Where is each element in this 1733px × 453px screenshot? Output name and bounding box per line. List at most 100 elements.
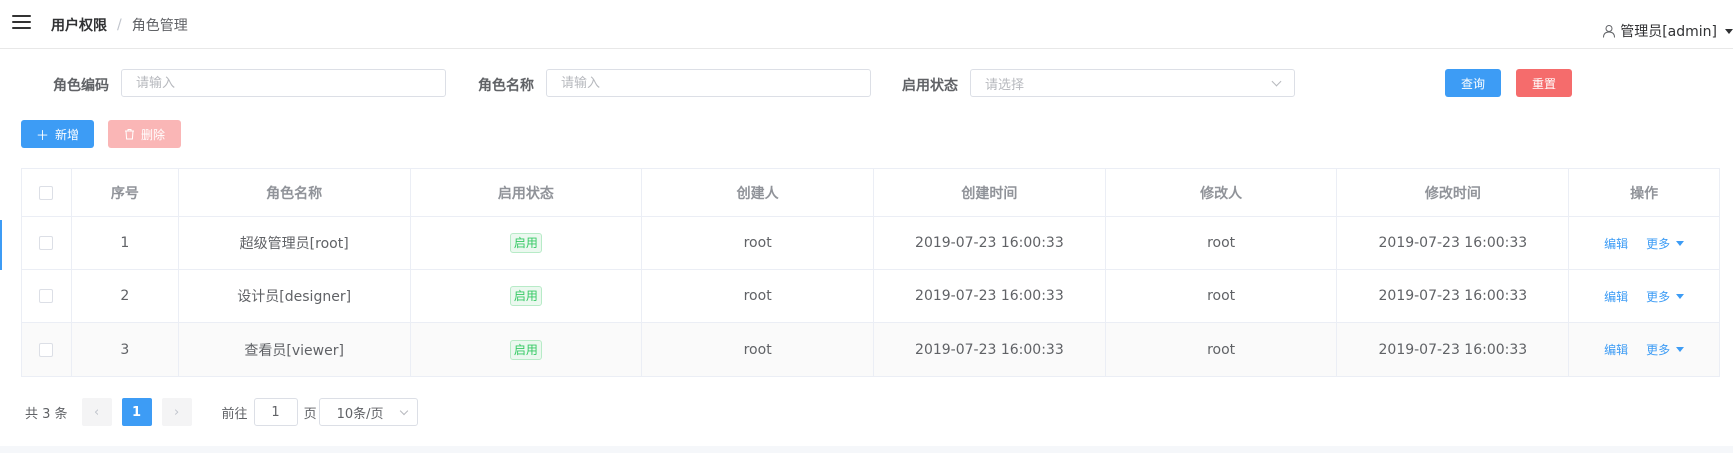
user-icon <box>1603 25 1616 38</box>
caret-down-icon <box>1676 240 1685 246</box>
row-checkbox[interactable] <box>39 236 54 250</box>
row-modifier: root <box>1106 217 1338 269</box>
more-label: 更多 <box>1646 236 1671 251</box>
row-select-cell <box>22 270 72 322</box>
trash-icon <box>124 129 134 140</box>
row-index: 1 <box>72 217 179 269</box>
row-created-time: 2019-07-23 16:00:33 <box>874 270 1106 322</box>
row-creator: root <box>642 270 875 322</box>
status-select-placeholder: 请选择 <box>985 77 1025 93</box>
more-label: 更多 <box>1646 343 1671 357</box>
status-badge: 启用 <box>509 233 542 253</box>
status-select[interactable]: 请选择 <box>970 69 1295 97</box>
page: 用户权限 / 角色管理 管理员[admin] 角色编码 角色名称 启用状态 请选… <box>0 0 1733 453</box>
column-header-modifier: 修改人 <box>1106 169 1338 216</box>
more-dropdown[interactable]: 更多 <box>1646 341 1685 358</box>
status-badge: 启用 <box>509 286 542 306</box>
breadcrumb: 用户权限 / 角色管理 <box>51 15 188 35</box>
row-created-time: 2019-07-23 16:00:33 <box>874 217 1106 269</box>
chevron-down-icon <box>1271 76 1282 86</box>
table-row: 2 设计员[designer] 启用 root 2019-07-23 16:00… <box>22 270 1719 323</box>
caret-down-icon <box>1725 28 1733 34</box>
goto-suffix: 页 <box>303 406 317 422</box>
reset-button[interactable]: 重置 <box>1516 69 1572 97</box>
row-modifier: root <box>1106 270 1338 322</box>
row-actions: 编辑 更多 <box>1569 270 1719 322</box>
row-modified-time: 2019-07-23 16:00:33 <box>1337 323 1570 376</box>
row-checkbox[interactable] <box>39 289 54 303</box>
row-modified-time: 2019-07-23 16:00:33 <box>1337 217 1570 269</box>
add-button[interactable]: ＋ 新增 <box>21 120 94 148</box>
column-header-created-time: 创建时间 <box>874 169 1106 216</box>
more-label: 更多 <box>1646 289 1671 304</box>
row-status-cell: 启用 <box>411 270 643 322</box>
status-badge: 启用 <box>509 339 542 360</box>
plus-icon: ＋ <box>35 128 49 144</box>
row-status-cell: 启用 <box>411 323 643 376</box>
pagination-total: 共 3 条 <box>25 406 68 422</box>
edit-link[interactable]: 编辑 <box>1604 235 1628 252</box>
row-select-cell <box>22 217 72 269</box>
top-header: 用户权限 / 角色管理 管理员[admin] <box>0 0 1733 49</box>
page-size-select[interactable]: 10条/页 <box>318 398 418 426</box>
select-all-checkbox[interactable] <box>39 185 54 200</box>
pagination: 共 3 条 ‹ 1 › 前往 页 10条/页 <box>25 398 418 426</box>
status-label: 启用状态 <box>902 78 958 94</box>
column-header-role-name: 角色名称 <box>179 169 411 216</box>
page-number-button[interactable]: 1 <box>121 398 152 426</box>
breadcrumb-separator: / <box>117 17 122 33</box>
row-modified-time: 2019-07-23 16:00:33 <box>1337 270 1570 322</box>
row-modifier: root <box>1106 323 1338 376</box>
table-row: 1 超级管理员[root] 启用 root 2019-07-23 16:00:3… <box>22 217 1719 270</box>
row-created-time: 2019-07-23 16:00:33 <box>874 323 1106 376</box>
caret-down-icon <box>1676 293 1685 299</box>
active-row-indicator <box>0 220 2 270</box>
row-role-name: 超级管理员[root] <box>179 217 411 269</box>
row-index: 3 <box>72 323 179 376</box>
bottom-divider <box>0 446 1733 453</box>
row-select-cell <box>22 323 72 376</box>
breadcrumb-item-role-management: 角色管理 <box>131 18 188 34</box>
delete-button[interactable]: 删除 <box>108 120 181 148</box>
row-status-cell: 启用 <box>411 217 643 269</box>
goto-page-input[interactable] <box>253 398 298 426</box>
query-button[interactable]: 查询 <box>1445 69 1501 97</box>
column-header-actions: 操作 <box>1630 185 1659 202</box>
delete-button-label: 删除 <box>140 127 165 142</box>
role-code-label: 角色编码 <box>53 78 109 94</box>
goto-prefix: 前往 <box>221 406 248 422</box>
chevron-right-icon: › <box>173 404 180 420</box>
column-header-status: 启用状态 <box>411 169 643 216</box>
row-creator: root <box>642 323 875 376</box>
role-code-input[interactable] <box>121 69 446 97</box>
roles-table: 序号 角色名称 启用状态 创建人 创建时间 修改人 修改时间 操作 1 超级管理… <box>21 168 1720 377</box>
more-dropdown[interactable]: 更多 <box>1646 288 1685 305</box>
edit-link[interactable]: 编辑 <box>1604 288 1628 305</box>
column-header-creator: 创建人 <box>642 169 875 216</box>
role-name-label: 角色名称 <box>478 78 534 94</box>
column-header-modified-time: 修改时间 <box>1337 169 1570 216</box>
breadcrumb-item-user-permission[interactable]: 用户权限 <box>51 15 107 35</box>
hamburger-menu-icon[interactable] <box>12 15 31 29</box>
row-actions: 编辑 更多 <box>1569 323 1719 376</box>
column-header-index: 序号 <box>72 169 179 216</box>
prev-page-button[interactable]: ‹ <box>81 398 112 426</box>
role-name-input[interactable] <box>546 69 871 97</box>
table-header-row: 序号 角色名称 启用状态 创建人 创建时间 修改人 修改时间 操作 <box>22 169 1719 217</box>
more-dropdown[interactable]: 更多 <box>1646 235 1685 252</box>
row-role-name: 查看员[viewer] <box>179 323 411 376</box>
row-index: 2 <box>72 270 179 322</box>
chevron-down-icon <box>399 406 408 415</box>
goto-page: 前往 页 <box>222 398 317 426</box>
table-row: 3 查看员[viewer] 启用 root 2019-07-23 16:00:3… <box>22 323 1719 376</box>
row-checkbox[interactable] <box>39 342 54 357</box>
chevron-left-icon: ‹ <box>93 404 100 420</box>
page-size-value: 10条/页 <box>336 406 384 422</box>
row-creator: root <box>642 217 875 269</box>
next-page-button[interactable]: › <box>161 398 192 426</box>
user-menu[interactable]: 管理员[admin] <box>1602 21 1733 41</box>
caret-down-icon <box>1676 347 1685 352</box>
select-all-cell <box>22 169 72 216</box>
user-name: 管理员[admin] <box>1620 24 1717 40</box>
edit-link[interactable]: 编辑 <box>1604 341 1628 358</box>
